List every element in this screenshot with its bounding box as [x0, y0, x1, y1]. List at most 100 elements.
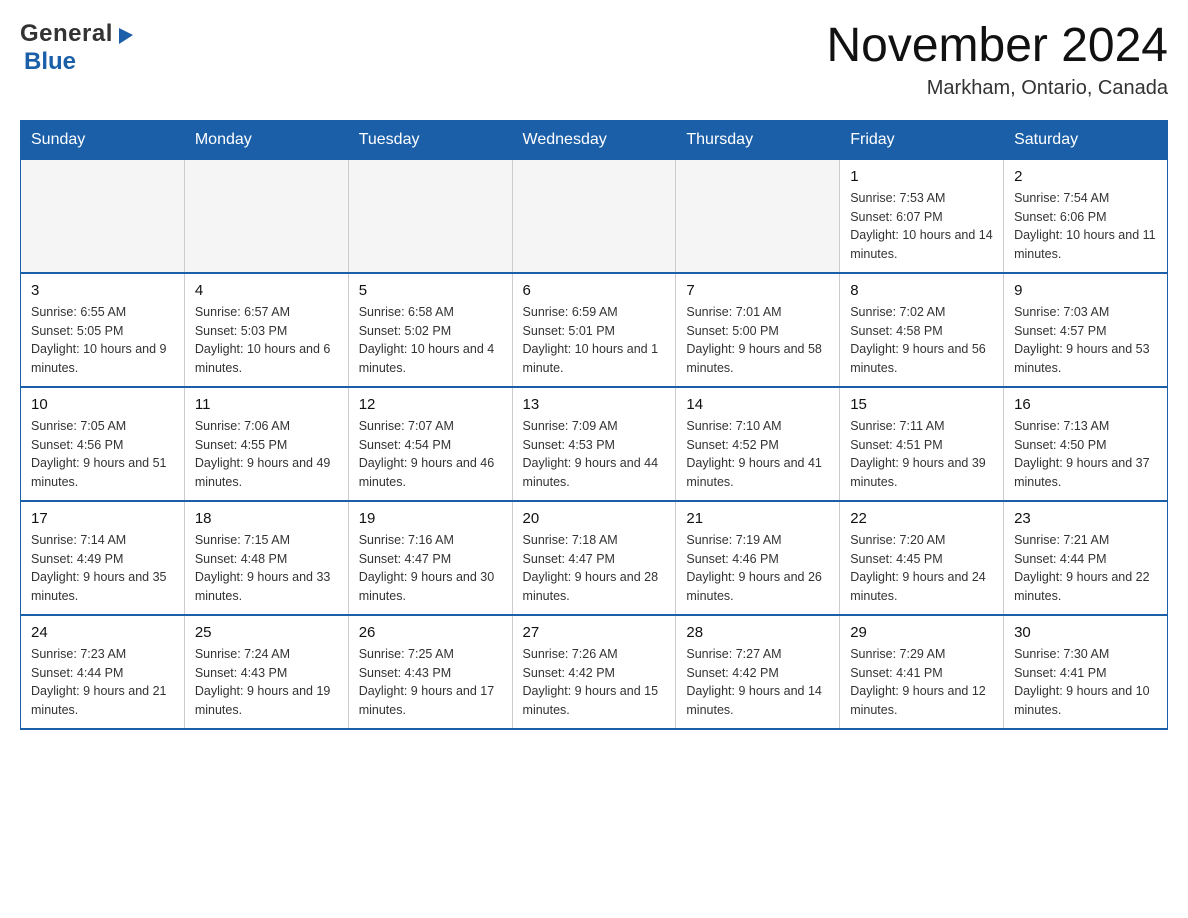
calendar-cell: 16Sunrise: 7:13 AMSunset: 4:50 PMDayligh…: [1004, 387, 1168, 501]
calendar-cell: 21 Sunrise: 7:19 AMSunset: 4:46 PMDayligh…: [676, 501, 840, 615]
day-info: Sunrise: 6:57 AMSunset: 5:03 PMDaylight:…: [195, 303, 338, 378]
calendar-cell: 30Sunrise: 7:30 AMSunset: 4:41 PMDayligh…: [1004, 615, 1168, 729]
calendar-cell: 6 Sunrise: 6:59 AMSunset: 5:01 PMDaylight…: [512, 273, 676, 387]
day-number: 18: [195, 510, 338, 527]
day-info: Sunrise: 7:24 AMSunset: 4:43 PMDaylight:…: [195, 645, 338, 720]
calendar-cell: 11Sunrise: 7:06 AMSunset: 4:55 PMDayligh…: [184, 387, 348, 501]
day-info: Sunrise: 7:05 AMSunset: 4:56 PMDaylight:…: [31, 417, 174, 492]
day-number: 11: [195, 396, 338, 413]
calendar-cell: 27 Sunrise: 7:26 AMSunset: 4:42 PMDayligh…: [512, 615, 676, 729]
day-number: 9: [1014, 282, 1157, 299]
weekday-header-row: SundayMondayTuesdayWednesdayThursdayFrid…: [21, 120, 1168, 159]
day-info: Sunrise: 7:16 AMSunset: 4:47 PMDaylight:…: [359, 531, 502, 606]
week-row-2: 10 Sunrise: 7:05 AMSunset: 4:56 PMDayligh…: [21, 387, 1168, 501]
day-number: 5: [359, 282, 502, 299]
day-number: 19: [359, 510, 502, 527]
page-header: General Blue November 2024 Markham, Onta…: [20, 20, 1168, 100]
day-info: Sunrise: 6:55 AMSunset: 5:05 PMDaylight:…: [31, 303, 174, 378]
day-number: 17: [31, 510, 174, 527]
day-number: 15: [850, 396, 993, 413]
day-number: 27: [523, 624, 666, 641]
title-area: November 2024 Markham, Ontario, Canada: [826, 20, 1168, 100]
day-number: 22: [850, 510, 993, 527]
day-number: 6: [523, 282, 666, 299]
calendar-cell: 28Sunrise: 7:27 AMSunset: 4:42 PMDayligh…: [676, 615, 840, 729]
weekday-header-friday: Friday: [840, 120, 1004, 159]
logo-general-text: General: [20, 20, 113, 48]
week-row-0: 1Sunrise: 7:53 AMSunset: 6:07 PMDaylight…: [21, 159, 1168, 273]
day-number: 1: [850, 168, 993, 185]
calendar-cell: 13 Sunrise: 7:09 AMSunset: 4:53 PMDayligh…: [512, 387, 676, 501]
weekday-header-tuesday: Tuesday: [348, 120, 512, 159]
calendar-cell: 12 Sunrise: 7:07 AMSunset: 4:54 PMDayligh…: [348, 387, 512, 501]
day-number: 3: [31, 282, 174, 299]
day-number: 21: [686, 510, 829, 527]
day-info: Sunrise: 7:09 AMSunset: 4:53 PMDaylight:…: [523, 417, 666, 492]
day-number: 10: [31, 396, 174, 413]
weekday-header-thursday: Thursday: [676, 120, 840, 159]
day-number: 28: [686, 624, 829, 641]
calendar-cell: 15 Sunrise: 7:11 AMSunset: 4:51 PMDayligh…: [840, 387, 1004, 501]
day-info: Sunrise: 6:59 AMSunset: 5:01 PMDaylight:…: [523, 303, 666, 378]
calendar-cell: [512, 159, 676, 273]
day-info: Sunrise: 7:10 AMSunset: 4:52 PMDaylight:…: [686, 417, 829, 492]
day-info: Sunrise: 7:02 AMSunset: 4:58 PMDaylight:…: [850, 303, 993, 378]
week-row-4: 24Sunrise: 7:23 AMSunset: 4:44 PMDayligh…: [21, 615, 1168, 729]
calendar-cell: 20 Sunrise: 7:18 AMSunset: 4:47 PMDayligh…: [512, 501, 676, 615]
day-info: Sunrise: 7:18 AMSunset: 4:47 PMDaylight:…: [523, 531, 666, 606]
calendar-table: SundayMondayTuesdayWednesdayThursdayFrid…: [20, 120, 1168, 730]
day-number: 23: [1014, 510, 1157, 527]
calendar-cell: 2Sunrise: 7:54 AMSunset: 6:06 PMDaylight…: [1004, 159, 1168, 273]
day-info: Sunrise: 7:30 AMSunset: 4:41 PMDaylight:…: [1014, 645, 1157, 720]
calendar-cell: 1Sunrise: 7:53 AMSunset: 6:07 PMDaylight…: [840, 159, 1004, 273]
week-row-1: 3 Sunrise: 6:55 AMSunset: 5:05 PMDaylight…: [21, 273, 1168, 387]
day-info: Sunrise: 7:21 AMSunset: 4:44 PMDaylight:…: [1014, 531, 1157, 606]
calendar-subtitle: Markham, Ontario, Canada: [826, 77, 1168, 100]
calendar-cell: 3 Sunrise: 6:55 AMSunset: 5:05 PMDaylight…: [21, 273, 185, 387]
day-number: 14: [686, 396, 829, 413]
day-number: 7: [686, 282, 829, 299]
calendar-cell: 8 Sunrise: 7:02 AMSunset: 4:58 PMDaylight…: [840, 273, 1004, 387]
day-info: Sunrise: 7:54 AMSunset: 6:06 PMDaylight:…: [1014, 189, 1157, 264]
day-info: Sunrise: 6:58 AMSunset: 5:02 PMDaylight:…: [359, 303, 502, 378]
calendar-cell: 7 Sunrise: 7:01 AMSunset: 5:00 PMDaylight…: [676, 273, 840, 387]
calendar-cell: 9 Sunrise: 7:03 AMSunset: 4:57 PMDaylight…: [1004, 273, 1168, 387]
day-info: Sunrise: 7:15 AMSunset: 4:48 PMDaylight:…: [195, 531, 338, 606]
calendar-cell: [21, 159, 185, 273]
weekday-header-wednesday: Wednesday: [512, 120, 676, 159]
calendar-cell: 18 Sunrise: 7:15 AMSunset: 4:48 PMDayligh…: [184, 501, 348, 615]
day-info: Sunrise: 7:13 AMSunset: 4:50 PMDaylight:…: [1014, 417, 1157, 492]
calendar-cell: 23 Sunrise: 7:21 AMSunset: 4:44 PMDayligh…: [1004, 501, 1168, 615]
logo: General Blue: [20, 20, 137, 76]
day-info: Sunrise: 7:19 AMSunset: 4:46 PMDaylight:…: [686, 531, 829, 606]
day-info: Sunrise: 7:01 AMSunset: 5:00 PMDaylight:…: [686, 303, 829, 378]
day-info: Sunrise: 7:03 AMSunset: 4:57 PMDaylight:…: [1014, 303, 1157, 378]
day-info: Sunrise: 7:14 AMSunset: 4:49 PMDaylight:…: [31, 531, 174, 606]
calendar-cell: 5 Sunrise: 6:58 AMSunset: 5:02 PMDaylight…: [348, 273, 512, 387]
day-info: Sunrise: 7:29 AMSunset: 4:41 PMDaylight:…: [850, 645, 993, 720]
day-info: Sunrise: 7:07 AMSunset: 4:54 PMDaylight:…: [359, 417, 502, 492]
day-info: Sunrise: 7:11 AMSunset: 4:51 PMDaylight:…: [850, 417, 993, 492]
day-number: 20: [523, 510, 666, 527]
day-number: 26: [359, 624, 502, 641]
calendar-cell: [348, 159, 512, 273]
day-number: 13: [523, 396, 666, 413]
calendar-cell: 25Sunrise: 7:24 AMSunset: 4:43 PMDayligh…: [184, 615, 348, 729]
calendar-cell: [184, 159, 348, 273]
day-number: 12: [359, 396, 502, 413]
weekday-header-sunday: Sunday: [21, 120, 185, 159]
logo-blue-text: Blue: [24, 48, 76, 75]
day-number: 4: [195, 282, 338, 299]
day-info: Sunrise: 7:26 AMSunset: 4:42 PMDaylight:…: [523, 645, 666, 720]
day-info: Sunrise: 7:25 AMSunset: 4:43 PMDaylight:…: [359, 645, 502, 720]
logo-triangle-icon: [115, 24, 137, 46]
calendar-cell: 10 Sunrise: 7:05 AMSunset: 4:56 PMDayligh…: [21, 387, 185, 501]
calendar-cell: 4 Sunrise: 6:57 AMSunset: 5:03 PMDaylight…: [184, 273, 348, 387]
day-info: Sunrise: 7:23 AMSunset: 4:44 PMDaylight:…: [31, 645, 174, 720]
day-number: 8: [850, 282, 993, 299]
calendar-cell: 17 Sunrise: 7:14 AMSunset: 4:49 PMDayligh…: [21, 501, 185, 615]
calendar-cell: 14 Sunrise: 7:10 AMSunset: 4:52 PMDayligh…: [676, 387, 840, 501]
weekday-header-saturday: Saturday: [1004, 120, 1168, 159]
weekday-header-monday: Monday: [184, 120, 348, 159]
calendar-cell: [676, 159, 840, 273]
